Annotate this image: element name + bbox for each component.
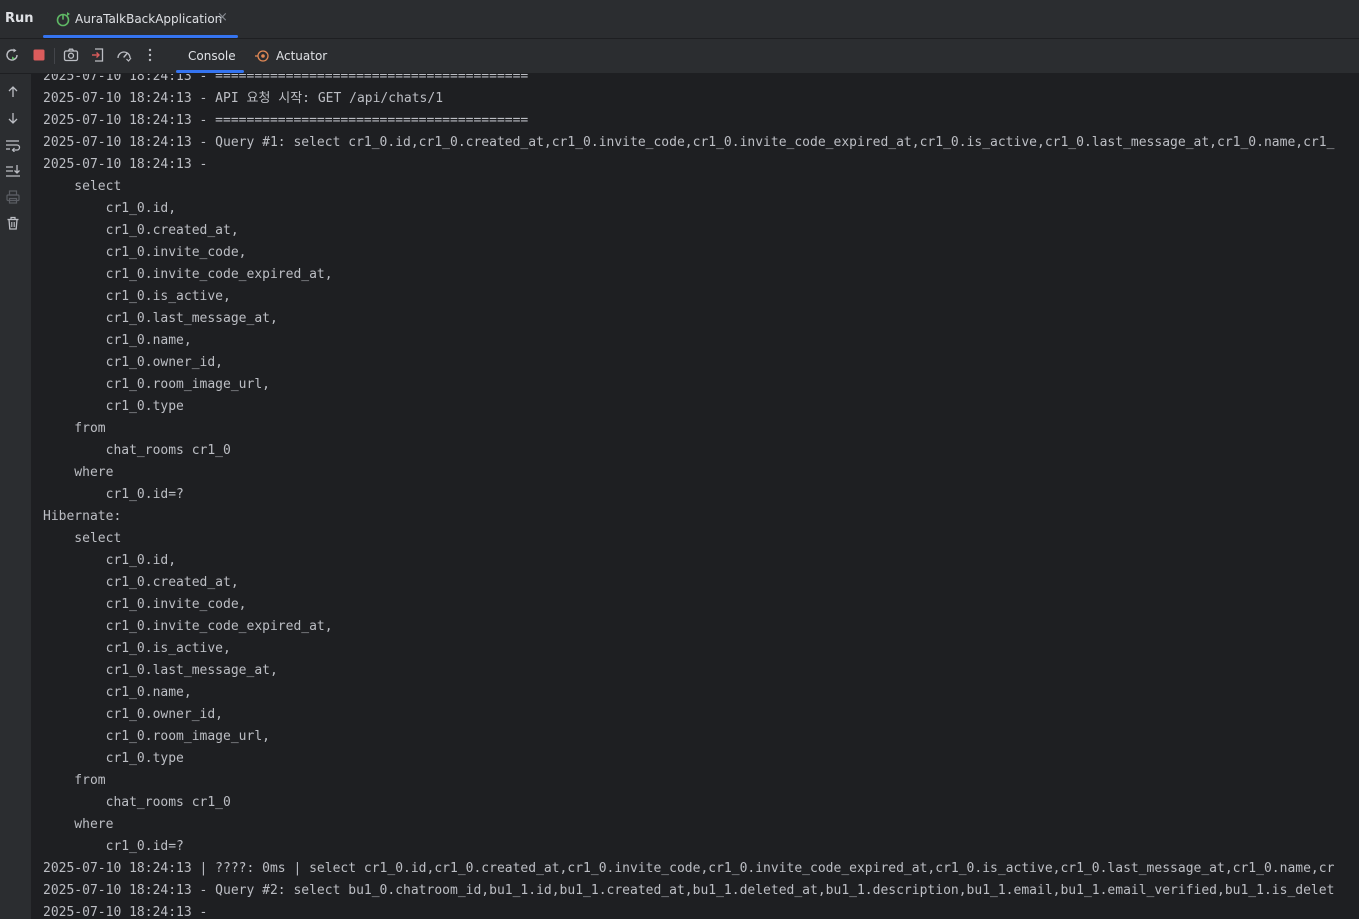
console-line: from [43,773,106,788]
more-vertical-icon[interactable] [141,46,159,64]
stop-icon[interactable] [30,46,48,64]
tab-actuator-label: Actuator [276,49,328,63]
console-line: 2025-07-10 18:24:13 - [43,905,216,919]
console-line: cr1_0.invite_code_expired_at, [43,267,333,282]
console-lines: 2025-07-10 18:24:13 - ==================… [43,74,1334,919]
console-line: cr1_0.type [43,751,184,766]
console-line: select [43,531,122,546]
console-line: cr1_0.created_at, [43,223,239,238]
console-line: 2025-07-10 18:24:13 - ==================… [43,74,529,84]
active-tab-indicator [176,70,244,73]
console-line: cr1_0.last_message_at, [43,311,278,326]
console-line: select [43,179,122,194]
console-line: cr1_0.invite_code_expired_at, [43,619,333,634]
console-line: where [43,817,114,832]
soft-wrap-icon[interactable] [4,136,22,154]
toolbar-separator [54,48,55,64]
console-line: cr1_0.last_message_at, [43,663,278,678]
tab-console-label: Console [188,49,236,63]
console-line: cr1_0.is_active, [43,641,231,656]
console-line: Hibernate: [43,509,130,524]
arrow-up-icon[interactable] [4,83,22,101]
console-line: cr1_0.created_at, [43,575,239,590]
console-line: 2025-07-10 18:24:13 - Query #2: select b… [43,883,1335,898]
console-output[interactable]: 2025-07-10 18:24:13 - ==================… [32,74,1359,919]
gauge-icon[interactable] [115,46,133,64]
console-line: cr1_0.type [43,399,184,414]
console-line: 2025-07-10 18:24:13 - API 요청 시작: GET /ap… [43,91,444,106]
console-side-toolbar [0,74,32,919]
tab-actuator[interactable]: Actuator [254,39,334,73]
console-line: chat_rooms cr1_0 [43,795,231,810]
console-line: cr1_0.name, [43,333,192,348]
console-line: cr1_0.invite_code, [43,597,247,612]
run-tab-bar: Run AuraTalkBackApplication × [0,0,1359,39]
spring-boot-run-icon [55,11,73,27]
actuator-icon [254,48,270,64]
print-icon[interactable] [4,188,22,206]
trash-icon[interactable] [4,214,22,232]
run-tool-window: Run AuraTalkBackApplication × Console Ac… [0,0,1359,919]
console-line: cr1_0.room_image_url, [43,729,270,744]
active-tab-indicator [43,35,238,38]
console-line: cr1_0.owner_id, [43,355,224,370]
console-line: cr1_0.name, [43,685,192,700]
camera-icon[interactable] [62,46,80,64]
rerun-icon[interactable] [3,46,21,64]
tab-console[interactable]: Console [176,39,244,73]
run-configuration-tab[interactable]: AuraTalkBackApplication × [43,0,238,38]
console-line: 2025-07-10 18:24:13 - [43,157,216,172]
console-line: 2025-07-10 18:24:13 - Query #1: select c… [43,135,1335,150]
console-toolbar: Console Actuator [0,39,1359,74]
console-line: cr1_0.is_active, [43,289,231,304]
console-line: where [43,465,114,480]
close-icon[interactable]: × [217,11,228,25]
console-line: cr1_0.owner_id, [43,707,224,722]
exit-icon[interactable] [89,46,107,64]
run-tool-window-title: Run [5,11,34,26]
console-line: chat_rooms cr1_0 [43,443,231,458]
console-line: cr1_0.id, [43,201,177,216]
console-line: cr1_0.invite_code, [43,245,247,260]
console-line: cr1_0.room_image_url, [43,377,270,392]
arrow-down-icon[interactable] [4,109,22,127]
console-line: cr1_0.id=? [43,487,184,502]
console-line: 2025-07-10 18:24:13 - ==================… [43,113,529,128]
console-line: from [43,421,106,436]
console-line: cr1_0.id=? [43,839,184,854]
run-configuration-name: AuraTalkBackApplication [75,12,223,26]
scroll-to-end-icon[interactable] [4,162,22,180]
console-line: 2025-07-10 18:24:13 | ????: 0ms | select… [43,861,1335,876]
console-line: cr1_0.id, [43,553,177,568]
